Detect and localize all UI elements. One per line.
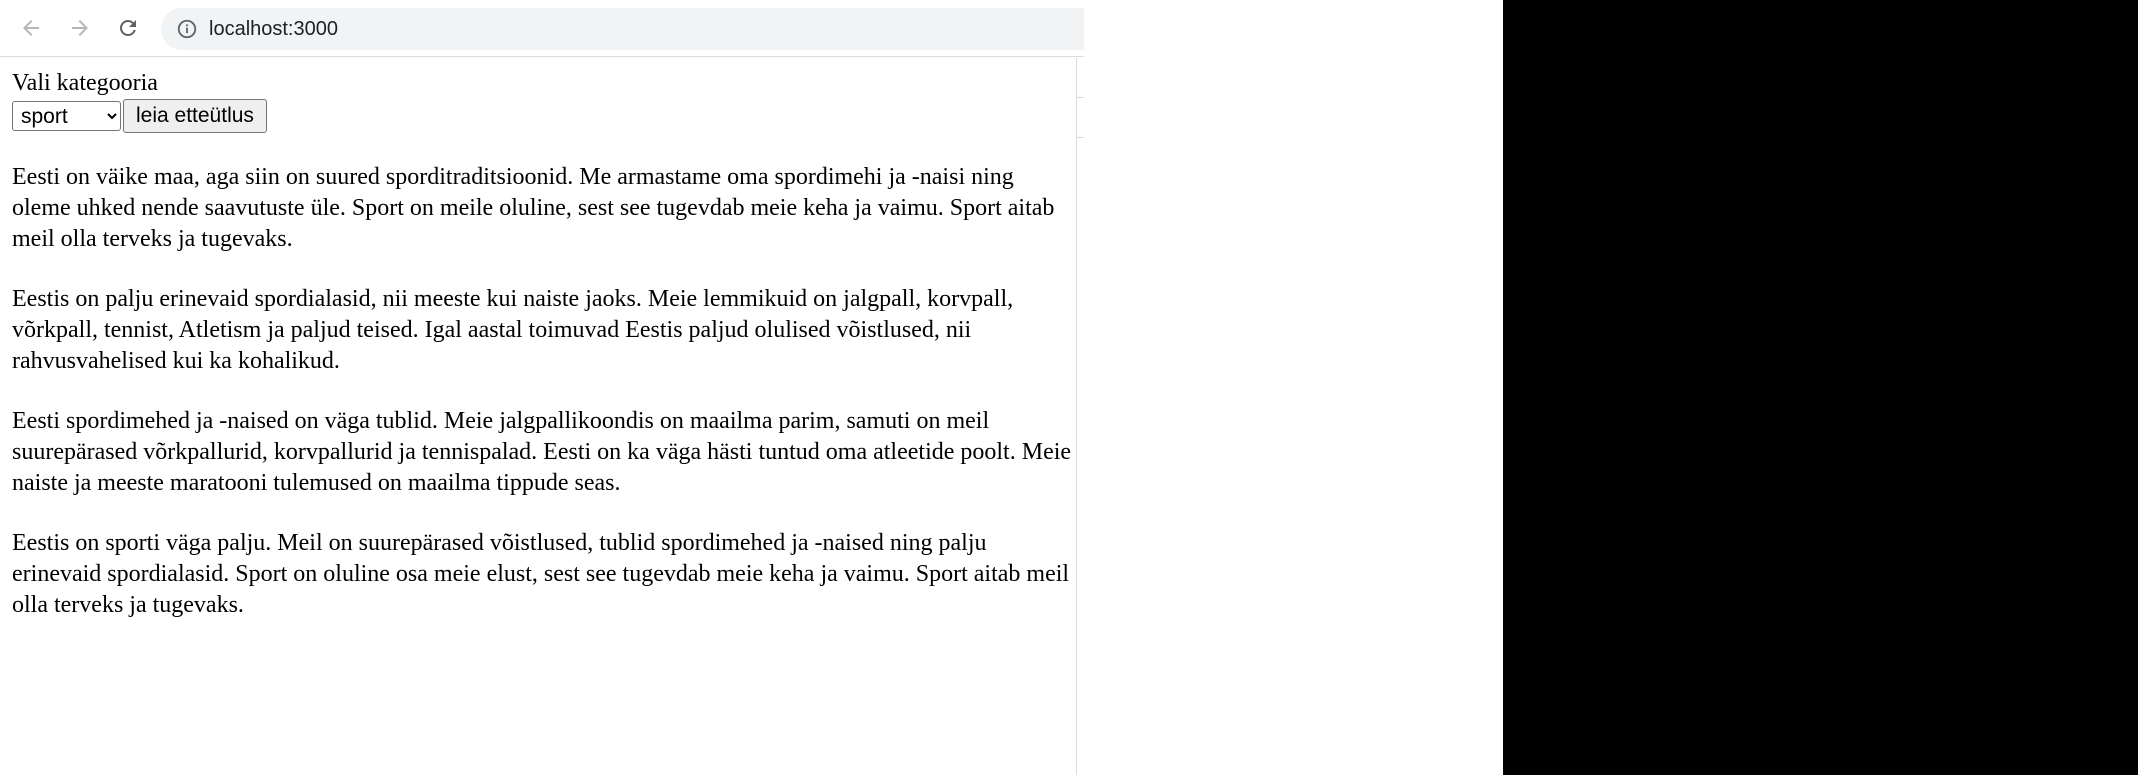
panel-edge: [1077, 58, 1084, 98]
text-content: Eesti on väike maa, aga siin on suured s…: [12, 162, 1072, 621]
info-circle-icon[interactable]: [175, 17, 199, 41]
back-button[interactable]: [13, 10, 49, 46]
arrow-left-icon: [23, 20, 39, 36]
category-controls: sport leia etteütlus: [12, 99, 1072, 133]
reload-icon: [120, 19, 136, 36]
paragraph: Eesti on väike maa, aga siin on suured s…: [12, 164, 1055, 252]
page-viewport: Vali kategooria sport leia etteütlus Ees…: [0, 58, 1077, 775]
page-content: Vali kategooria sport leia etteütlus Ees…: [12, 68, 1072, 621]
paragraph: Eestis on palju erinevaid spordialasid, …: [12, 286, 1014, 374]
find-dictation-button[interactable]: leia etteütlus: [123, 99, 267, 133]
arrow-right-icon: [72, 20, 88, 36]
url-text[interactable]: localhost:3000: [209, 18, 338, 41]
address-bar[interactable]: localhost:3000: [161, 8, 1084, 50]
panel-edge: [1077, 98, 1084, 138]
paragraph: Eestis on sporti väga palju. Meil on suu…: [12, 530, 1070, 618]
browser-toolbar: localhost:3000: [0, 0, 1084, 57]
forward-button[interactable]: [62, 10, 98, 46]
reload-button[interactable]: [110, 10, 146, 46]
browser-window: localhost:3000 Vali kategooria sport lei…: [0, 0, 1503, 775]
paragraph: Eesti spordimehed ja -naised on väga tub…: [12, 408, 1072, 496]
category-label: Vali kategooria: [12, 70, 158, 96]
category-select[interactable]: sport: [12, 101, 121, 131]
